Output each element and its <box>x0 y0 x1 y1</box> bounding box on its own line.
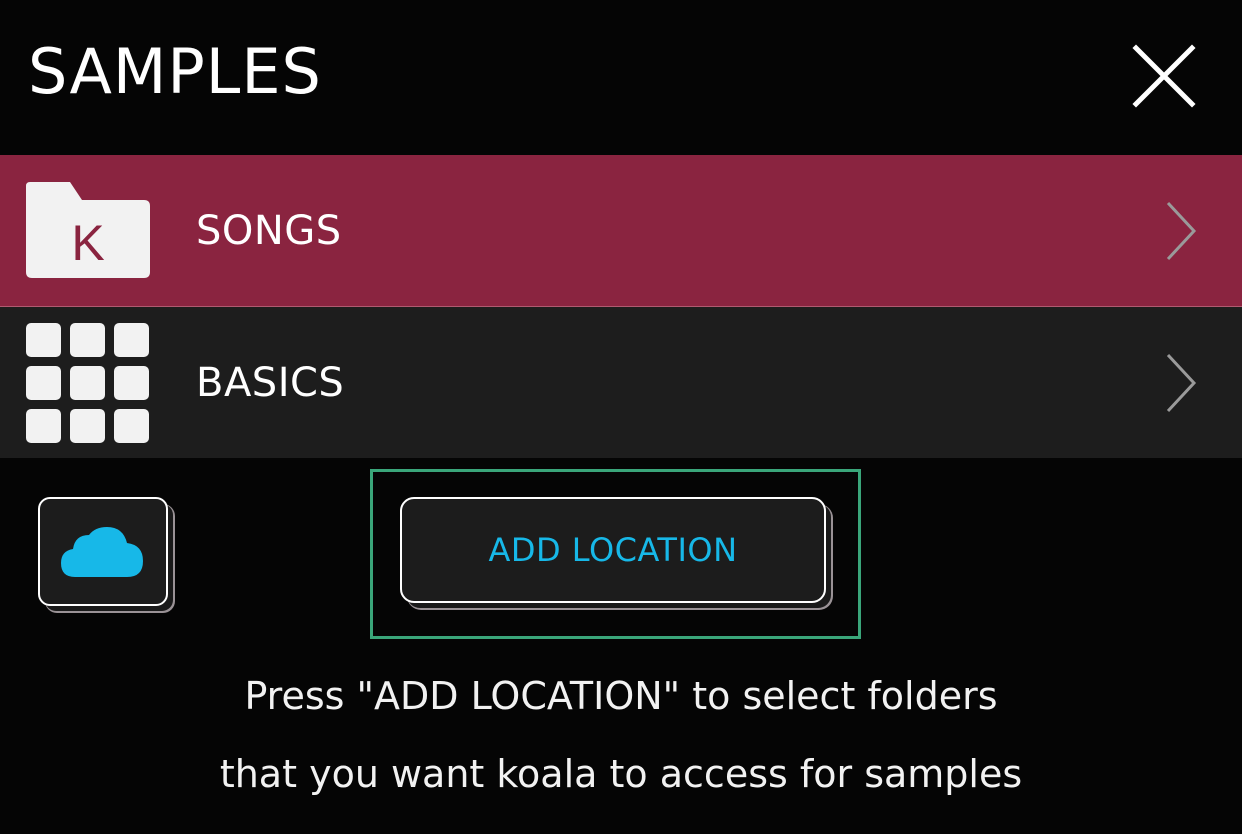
folder-letter: K <box>71 215 104 271</box>
koala-folder-icon: K <box>26 182 150 278</box>
row-label-songs: SONGS <box>196 207 342 254</box>
samples-screen: SAMPLES K SONGS BASICS ADD LOCATION Pres… <box>0 0 1242 834</box>
add-location-button[interactable]: ADD LOCATION <box>400 497 826 603</box>
close-icon <box>1132 44 1196 108</box>
grid-icon <box>26 323 149 443</box>
hint-text-line2: that you want koala to access for sample… <box>219 752 1023 796</box>
chevron-right-icon <box>1166 201 1197 260</box>
close-button[interactable] <box>1126 38 1202 114</box>
hint-text-line1: Press "ADD LOCATION" to select folders <box>244 674 998 718</box>
chevron-right-icon <box>1166 353 1197 412</box>
list-item-songs[interactable]: K SONGS <box>0 155 1242 307</box>
row-label-basics: BASICS <box>196 359 345 406</box>
cloud-icon <box>61 527 143 577</box>
page-title: SAMPLES <box>28 35 322 108</box>
cloud-button[interactable] <box>38 497 168 606</box>
list-item-basics[interactable]: BASICS <box>0 307 1242 458</box>
